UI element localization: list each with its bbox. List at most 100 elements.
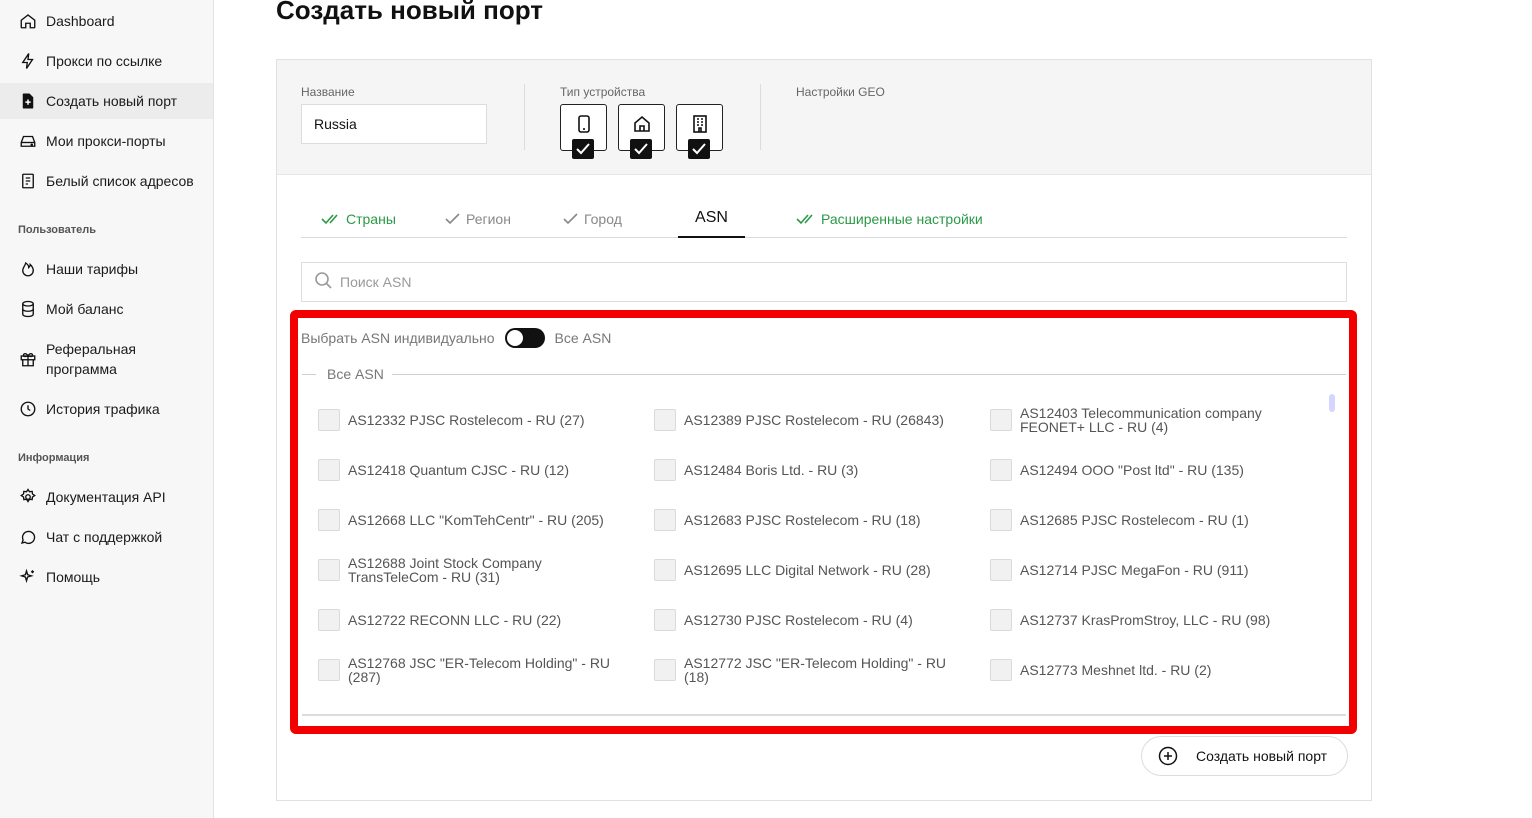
switch-knob bbox=[506, 330, 523, 346]
asn-checkbox[interactable] bbox=[654, 409, 676, 431]
tab-advanced-settings[interactable]: Расширенные настройки bbox=[796, 200, 983, 238]
asn-label: AS12683 PJSC Rostelecom - RU (18) bbox=[684, 512, 921, 528]
asn-item[interactable]: AS12685 PJSC Rostelecom - RU (1) bbox=[990, 509, 1300, 531]
asn-label: AS12773 Meshnet ltd. - RU (2) bbox=[1020, 662, 1212, 678]
sidebar-item-help[interactable]: Помощь bbox=[0, 559, 213, 595]
asn-checkbox[interactable] bbox=[654, 509, 676, 531]
asn-mode-switch[interactable] bbox=[504, 328, 545, 348]
divider bbox=[760, 84, 761, 150]
asn-item[interactable]: AS12768 JSC "ER-Telecom Holding" - RU (2… bbox=[318, 656, 628, 684]
asn-item[interactable]: AS12714 PJSC MegaFon - RU (911) bbox=[990, 559, 1300, 581]
asn-item[interactable]: AS12403 Telecommunication company FEONET… bbox=[990, 406, 1300, 434]
asn-checkbox[interactable] bbox=[654, 459, 676, 481]
double-check-icon bbox=[321, 213, 341, 225]
double-check-icon bbox=[796, 213, 816, 225]
tab-label: ASN bbox=[695, 209, 728, 226]
tab-region[interactable]: Регион bbox=[445, 200, 511, 238]
sidebar-item-dashboard[interactable]: Dashboard bbox=[0, 3, 213, 39]
asn-item[interactable]: AS12695 LLC Digital Network - RU (28) bbox=[654, 559, 964, 581]
sidebar-item-proxy-link[interactable]: Прокси по ссылке bbox=[0, 43, 213, 79]
asn-item[interactable]: AS12418 Quantum CJSC - RU (12) bbox=[318, 459, 628, 481]
asn-item[interactable]: AS12773 Meshnet ltd. - RU (2) bbox=[990, 659, 1300, 681]
file-plus-icon bbox=[18, 91, 38, 111]
asn-item[interactable]: AS12737 KrasPromStroy, LLC - RU (98) bbox=[990, 609, 1300, 631]
asn-item[interactable]: AS12494 OOO "Post ltd" - RU (135) bbox=[990, 459, 1300, 481]
asn-checkbox[interactable] bbox=[318, 559, 340, 581]
check-icon bbox=[630, 139, 652, 159]
name-input[interactable]: Russia bbox=[301, 104, 487, 144]
asn-checkbox[interactable] bbox=[318, 509, 340, 531]
asn-item[interactable]: AS12668 LLC "KomTehCentr" - RU (205) bbox=[318, 509, 628, 531]
page-title: Создать новый порт bbox=[276, 0, 543, 25]
database-icon bbox=[18, 299, 38, 319]
asn-item[interactable]: AS12688 Joint Stock Company TransTeleCom… bbox=[318, 556, 628, 584]
search-input[interactable] bbox=[340, 274, 1240, 290]
house-icon bbox=[632, 114, 652, 134]
asn-checkbox[interactable] bbox=[654, 609, 676, 631]
toggle-label-all: Все ASN bbox=[554, 330, 612, 346]
asn-label: AS12418 Quantum CJSC - RU (12) bbox=[348, 462, 569, 478]
geo-settings-label: Настройки GEO bbox=[796, 85, 885, 99]
asn-item[interactable]: AS12389 PJSC Rostelecom - RU (26843) bbox=[654, 409, 964, 431]
asn-label: AS12688 Joint Stock Company TransTeleCom… bbox=[348, 555, 542, 585]
divider bbox=[392, 374, 1346, 375]
asn-label: AS12737 KrasPromStroy, LLC - RU (98) bbox=[1020, 612, 1271, 628]
sidebar-item-label: Реферальная программа bbox=[46, 341, 136, 377]
device-type-label: Тип устройства bbox=[560, 85, 646, 99]
asn-checkbox[interactable] bbox=[990, 659, 1012, 681]
asn-checkbox[interactable] bbox=[990, 459, 1012, 481]
sidebar-item-api-docs[interactable]: Документация API bbox=[0, 479, 213, 515]
sidebar-item-support-chat[interactable]: Чат с поддержкой bbox=[0, 519, 213, 555]
document-icon bbox=[18, 171, 38, 191]
sidebar-item-label: Помощь bbox=[46, 569, 101, 585]
lightning-icon bbox=[18, 51, 38, 71]
asn-label: AS12332 PJSC Rostelecom - RU (27) bbox=[348, 412, 585, 428]
fire-icon bbox=[18, 259, 38, 279]
asn-label: AS12722 RECONN LLC - RU (22) bbox=[348, 612, 562, 628]
create-port-button[interactable]: Создать новый порт bbox=[1141, 736, 1348, 776]
asn-checkbox[interactable] bbox=[990, 559, 1012, 581]
sidebar-item-referral[interactable]: Реферальная программа bbox=[0, 337, 213, 381]
device-mobile-toggle[interactable] bbox=[560, 104, 607, 159]
asn-item[interactable]: AS12772 JSC "ER-Telecom Holding" - RU (1… bbox=[654, 656, 964, 684]
asn-item[interactable]: AS12683 PJSC Rostelecom - RU (18) bbox=[654, 509, 964, 531]
asn-checkbox[interactable] bbox=[990, 509, 1012, 531]
asn-checkbox[interactable] bbox=[990, 409, 1012, 431]
asn-checkbox[interactable] bbox=[318, 609, 340, 631]
asn-label: AS12695 LLC Digital Network - RU (28) bbox=[684, 562, 931, 578]
sidebar-item-label: Белый список адресов bbox=[46, 173, 194, 189]
sidebar-item-traffic-history[interactable]: История трафика bbox=[0, 391, 213, 427]
scrollbar-thumb[interactable] bbox=[1329, 394, 1335, 412]
asn-item[interactable]: AS12722 RECONN LLC - RU (22) bbox=[318, 609, 628, 631]
search-icon bbox=[314, 271, 332, 294]
tab-asn[interactable]: ASN bbox=[678, 200, 745, 238]
divider bbox=[524, 84, 525, 150]
asn-checkbox[interactable] bbox=[654, 659, 676, 681]
sidebar-item-tariffs[interactable]: Наши тарифы bbox=[0, 251, 213, 287]
sidebar-item-create-port[interactable]: Создать новый порт bbox=[0, 83, 213, 119]
tab-label: Страны bbox=[346, 211, 396, 227]
asn-item[interactable]: AS12484 Boris Ltd. - RU (3) bbox=[654, 459, 964, 481]
asn-label: AS12685 PJSC Rostelecom - RU (1) bbox=[1020, 512, 1249, 528]
sidebar-item-my-ports[interactable]: Мои прокси-порты bbox=[0, 123, 213, 159]
sidebar-item-whitelist[interactable]: Белый список адресов bbox=[0, 163, 213, 199]
asn-checkbox[interactable] bbox=[990, 609, 1012, 631]
check-icon bbox=[572, 139, 594, 159]
tab-countries[interactable]: Страны bbox=[321, 200, 396, 238]
tab-city[interactable]: Город bbox=[563, 200, 622, 238]
asn-checkbox[interactable] bbox=[318, 659, 340, 681]
divider bbox=[302, 374, 316, 375]
building-icon bbox=[690, 114, 710, 134]
check-icon bbox=[688, 139, 710, 159]
asn-checkbox[interactable] bbox=[318, 459, 340, 481]
sidebar-item-label: Создать новый порт bbox=[46, 93, 178, 109]
asn-checkbox[interactable] bbox=[654, 559, 676, 581]
sidebar-item-label: Наши тарифы bbox=[46, 261, 139, 277]
asn-item[interactable]: AS12332 PJSC Rostelecom - RU (27) bbox=[318, 409, 628, 431]
asn-checkbox[interactable] bbox=[318, 409, 340, 431]
asn-item[interactable]: AS12730 PJSC Rostelecom - RU (4) bbox=[654, 609, 964, 631]
device-datacenter-toggle[interactable] bbox=[676, 104, 723, 159]
device-residential-toggle[interactable] bbox=[618, 104, 665, 159]
sidebar: Dashboard Прокси по ссылке Создать новый… bbox=[0, 0, 214, 818]
sidebar-item-balance[interactable]: Мой баланс bbox=[0, 291, 213, 327]
